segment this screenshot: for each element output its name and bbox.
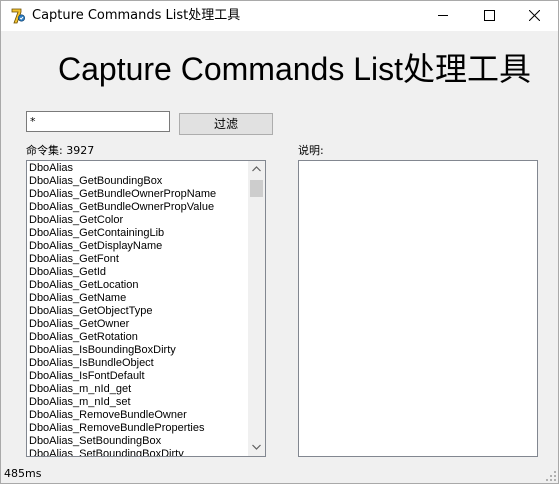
list-item[interactable]: DboAlias_GetId	[29, 266, 247, 279]
window-title: Capture Commands List处理工具	[32, 8, 241, 23]
maximize-button[interactable]	[467, 1, 513, 31]
command-list[interactable]: DboAlias DboAlias_GetBoundingBox DboAlias_…	[26, 160, 266, 457]
list-item[interactable]: DboAlias_GetLocation	[29, 279, 247, 292]
list-item[interactable]: DboAlias_IsBoundingBoxDirty	[29, 344, 247, 357]
filter-input[interactable]	[26, 111, 170, 132]
minimize-button[interactable]	[421, 1, 467, 31]
scroll-up-button[interactable]	[248, 161, 265, 178]
title-bar[interactable]: Capture Commands List处理工具	[1, 1, 558, 31]
list-item[interactable]: DboAlias_GetObjectType	[29, 305, 247, 318]
command-list-items: DboAlias DboAlias_GetBoundingBox DboAlias_…	[29, 162, 247, 456]
list-item[interactable]: DboAlias_m_nId_get	[29, 383, 247, 396]
list-item[interactable]: DboAlias_IsBundleObject	[29, 357, 247, 370]
list-item[interactable]: DboAlias	[29, 162, 247, 175]
status-bar: 485ms	[1, 463, 558, 483]
app-window: Capture Commands List处理工具 Capture Comman…	[0, 0, 559, 484]
filter-button[interactable]: 过滤	[179, 113, 273, 135]
list-item[interactable]: DboAlias_GetOwner	[29, 318, 247, 331]
minimize-icon	[438, 15, 448, 16]
close-icon	[529, 10, 540, 21]
chevron-up-icon	[252, 166, 261, 172]
description-label: 说明:	[298, 144, 324, 157]
command-count-label: 命令集: 3927	[26, 144, 95, 157]
list-item[interactable]: DboAlias_IsFontDefault	[29, 370, 247, 383]
status-text: 485ms	[4, 467, 42, 480]
maximize-icon	[484, 10, 495, 21]
list-item[interactable]: DboAlias_SetBoundingBoxDirty	[29, 448, 247, 456]
close-button[interactable]	[512, 1, 558, 31]
list-item[interactable]: DboAlias_GetBundleOwnerPropName	[29, 188, 247, 201]
app-icon	[10, 8, 26, 24]
scroll-down-button[interactable]	[248, 439, 265, 456]
list-item[interactable]: DboAlias_RemoveBundleOwner	[29, 409, 247, 422]
list-item[interactable]: DboAlias_GetBundleOwnerPropValue	[29, 201, 247, 214]
scroll-thumb[interactable]	[250, 180, 263, 197]
description-textbox[interactable]	[298, 160, 538, 457]
chevron-down-icon	[252, 444, 261, 450]
list-item[interactable]: DboAlias_SetBoundingBox	[29, 435, 247, 448]
list-item[interactable]: DboAlias_GetColor	[29, 214, 247, 227]
list-item[interactable]: DboAlias_RemoveBundleProperties	[29, 422, 247, 435]
list-scrollbar[interactable]	[248, 161, 265, 456]
list-item[interactable]: DboAlias_GetFont	[29, 253, 247, 266]
list-item[interactable]: DboAlias_GetName	[29, 292, 247, 305]
list-item[interactable]: DboAlias_m_nId_set	[29, 396, 247, 409]
list-item[interactable]: DboAlias_GetContainingLib	[29, 227, 247, 240]
page-title: Capture Commands List处理工具	[58, 51, 532, 87]
resize-grip-icon[interactable]	[545, 470, 557, 482]
list-item[interactable]: DboAlias_GetRotation	[29, 331, 247, 344]
list-item[interactable]: DboAlias_GetBoundingBox	[29, 175, 247, 188]
list-item[interactable]: DboAlias_GetDisplayName	[29, 240, 247, 253]
